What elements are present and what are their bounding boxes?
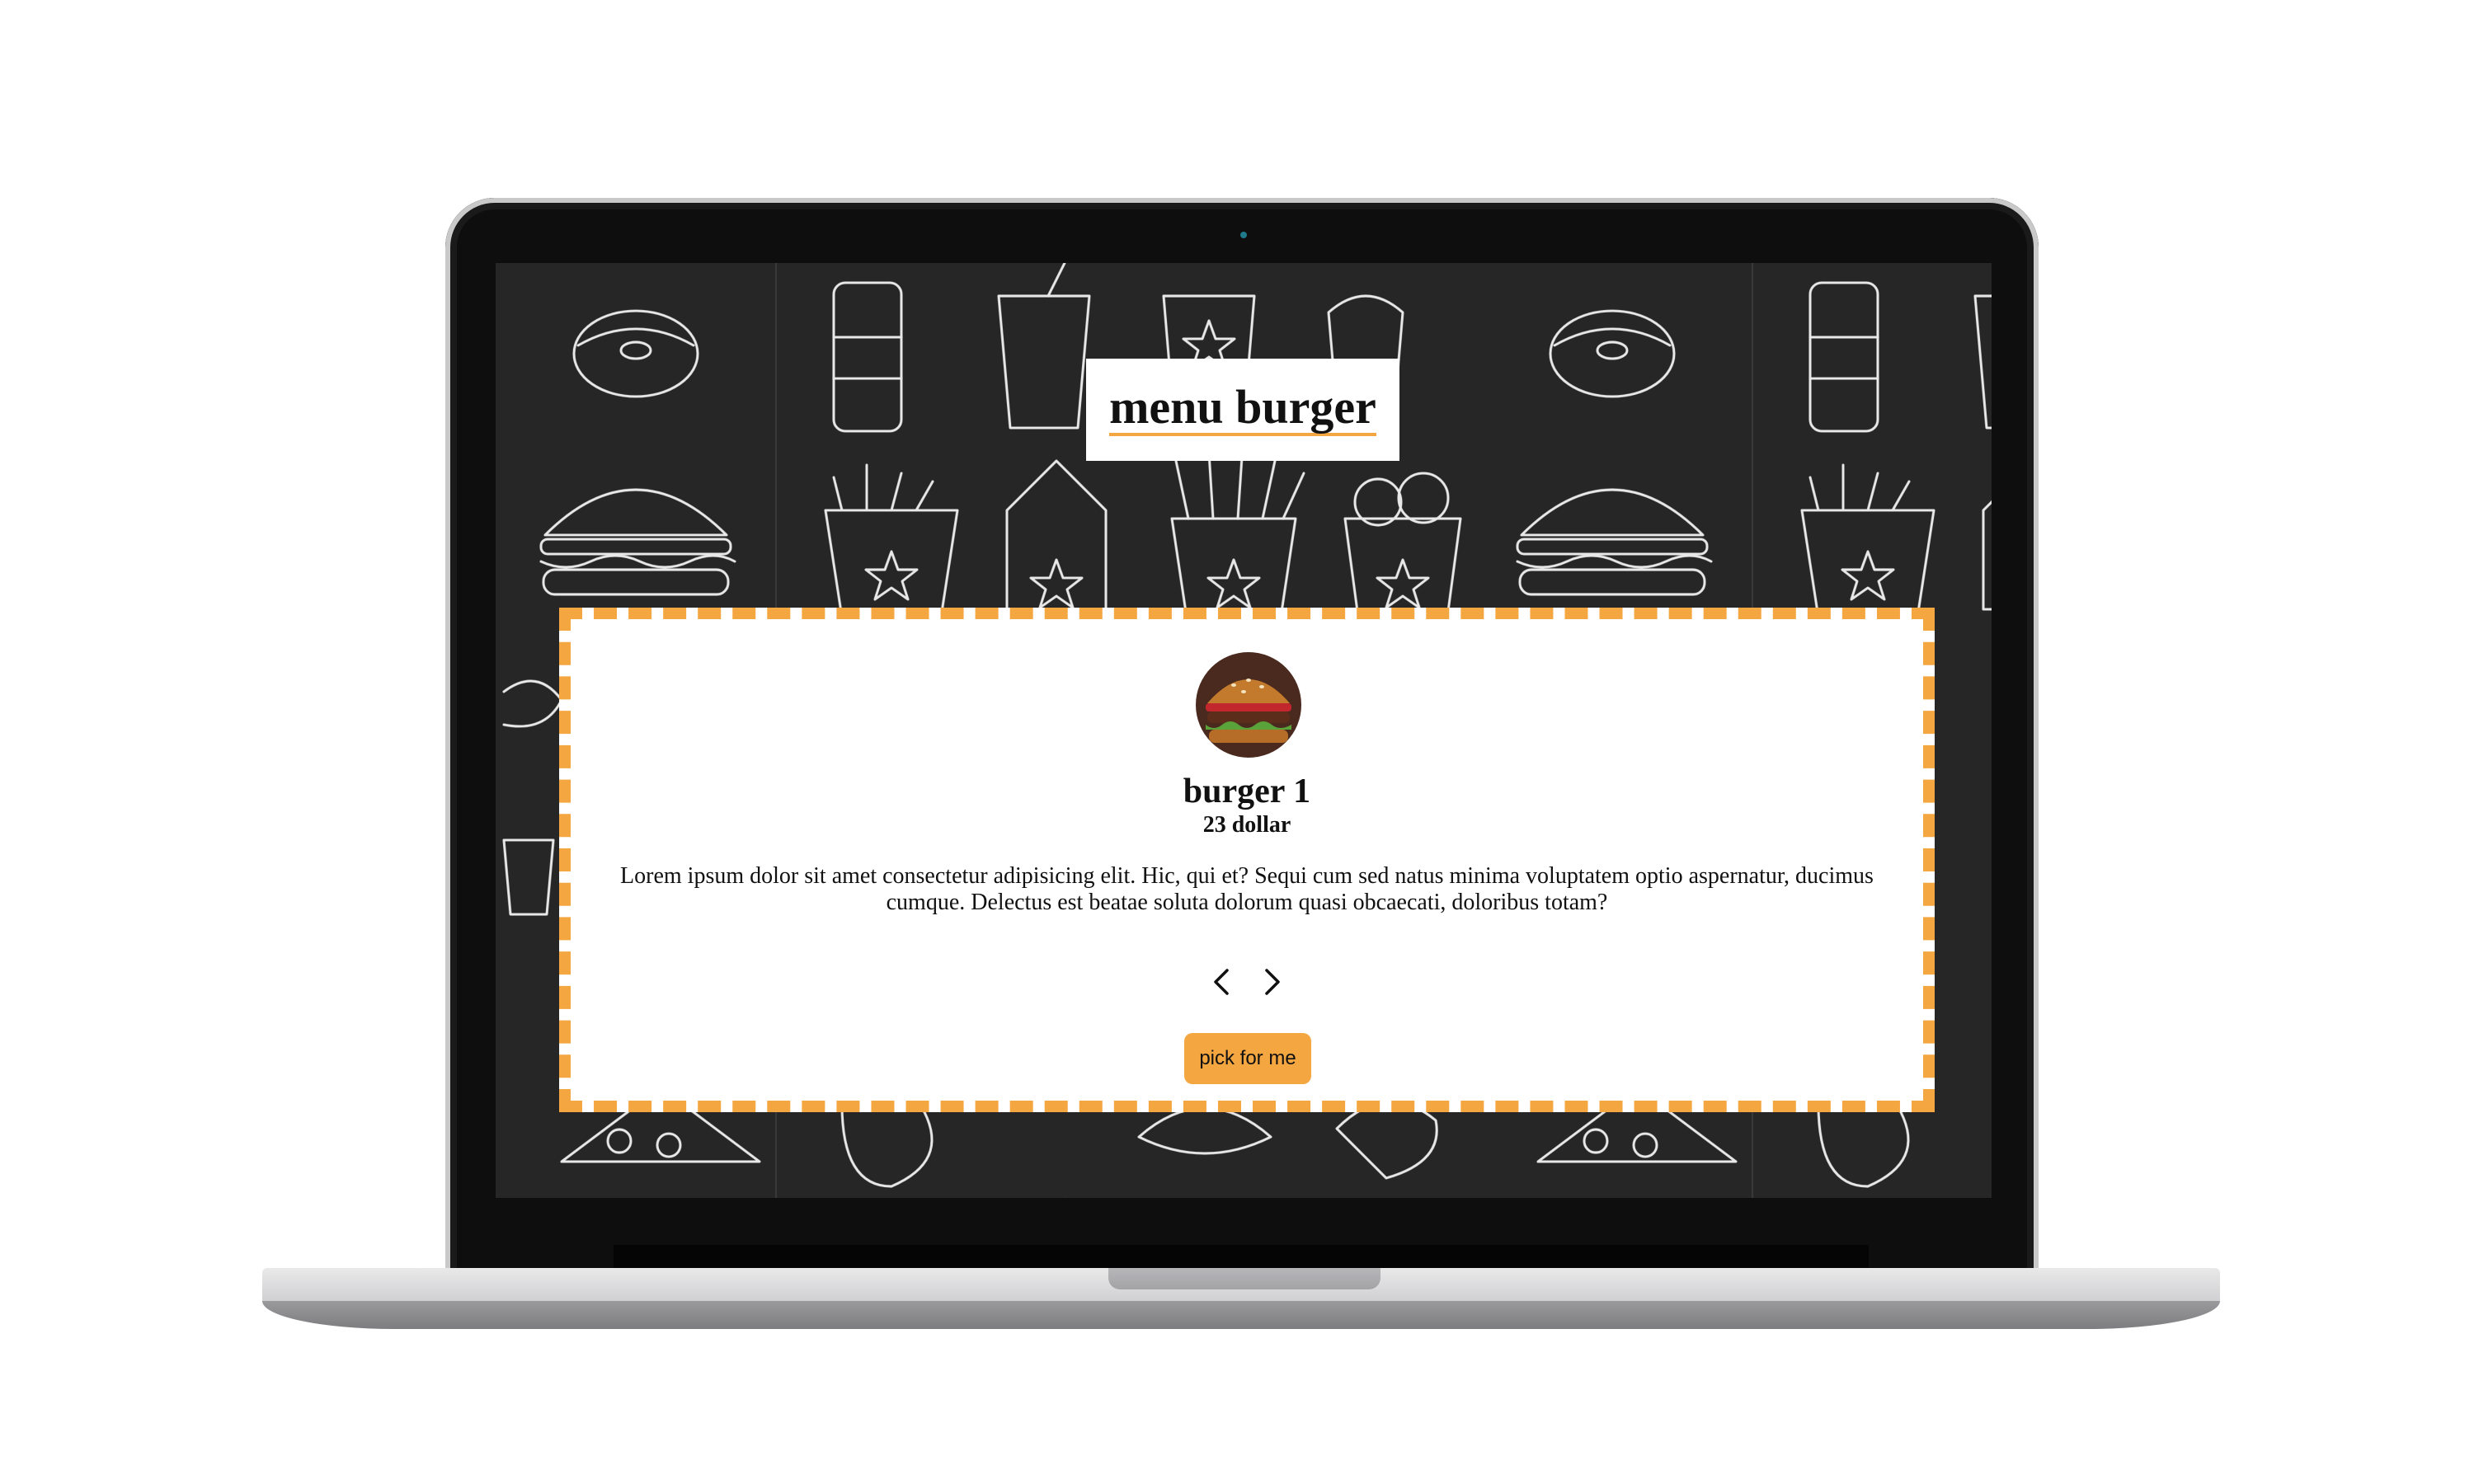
item-price: 23 dollar [1202, 812, 1291, 838]
menu-card-content: burger 1 23 dollar Lorem ipsum dolor sit… [571, 619, 1923, 1101]
pick-for-me-button[interactable]: pick for me [1184, 1033, 1311, 1084]
laptop-notch [1108, 1268, 1380, 1289]
item-name: burger 1 [1183, 773, 1311, 810]
chevron-right-icon [1265, 969, 1280, 995]
laptop-bottom [262, 1301, 2220, 1329]
webcam-icon [1240, 232, 1247, 238]
burger-photo-icon [1196, 652, 1301, 758]
page-title: menu burger [1109, 383, 1376, 436]
next-button[interactable] [1255, 964, 1288, 1000]
menu-card: burger 1 23 dollar Lorem ipsum dolor sit… [559, 608, 1935, 1112]
browser-viewport: menu burger burger 1 23 dollar Lorem ips… [496, 263, 1992, 1198]
laptop-hinge [614, 1245, 1869, 1270]
page-title-box: menu burger [1086, 359, 1399, 461]
chevron-left-icon [1214, 969, 1229, 995]
item-description: Lorem ipsum dolor sit amet consectetur a… [620, 863, 1874, 915]
prev-button[interactable] [1206, 964, 1239, 1000]
stage: menu burger burger 1 23 dollar Lorem ips… [0, 0, 2474, 1484]
